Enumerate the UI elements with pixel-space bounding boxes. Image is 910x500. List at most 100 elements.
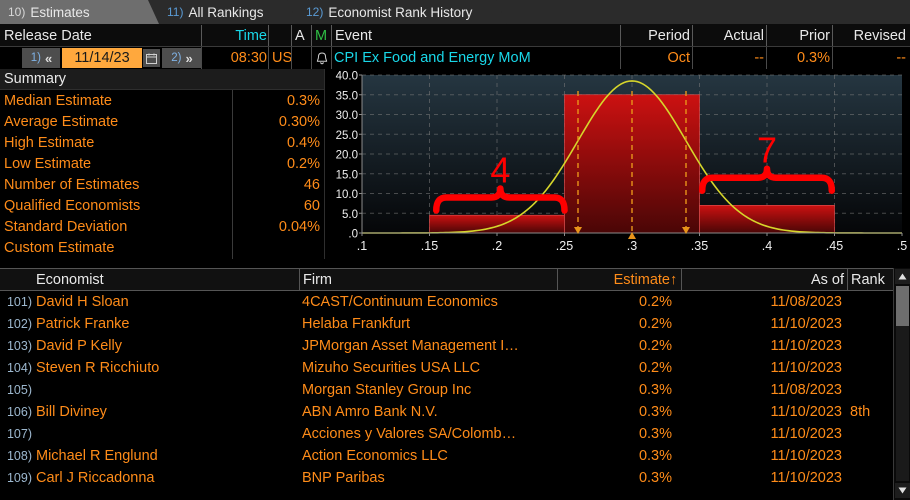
table-row[interactable]: 103) David P Kelly JPMorgan Asset Manage… — [0, 335, 895, 357]
y-axis-tick-label: 30.0 — [336, 110, 358, 122]
scroll-down-arrow-icon[interactable] — [895, 483, 910, 498]
column-header-firm[interactable]: Firm — [303, 269, 332, 291]
row-firm: Acciones y Valores SA/Colomb… — [302, 426, 517, 442]
summary-row-number: Number of Estimates 46 — [0, 174, 324, 195]
row-rank — [850, 423, 894, 445]
row-estimate: 0.3% — [638, 448, 672, 464]
row-estimate: 0.2% — [638, 316, 672, 332]
next-date-number: 2) — [171, 52, 182, 64]
header-sep-5 — [331, 25, 332, 46]
row-rank: 8th — [850, 404, 871, 420]
row-estimate: 0.3% — [638, 470, 672, 486]
row-firm: Morgan Stanley Group Inc — [302, 382, 472, 398]
header-sep-9 — [832, 25, 833, 46]
event-prior: 0.3% — [796, 50, 830, 66]
scrollbar-track[interactable] — [896, 326, 909, 481]
row-rank — [850, 445, 894, 467]
chart-canvas: 40.035.030.025.020.015.010.05.0.0.1.15.2… — [336, 71, 908, 254]
event-time: 08:30 — [230, 50, 267, 66]
header-sep-8 — [766, 25, 767, 46]
col-sep-1 — [299, 269, 300, 291]
scroll-down-arrow-glyph — [898, 487, 907, 494]
header-actual: Actual — [723, 27, 764, 44]
table-scrollbar[interactable] — [893, 268, 910, 500]
row-as-of: 11/10/2023 — [770, 316, 843, 332]
histogram-bar[interactable] — [429, 214, 565, 234]
table-row[interactable]: 109) Carl J Riccadonna BNP Paribas 0.3% … — [0, 467, 895, 489]
row-as-of: 11/10/2023 — [770, 448, 843, 464]
row-sep-7 — [692, 47, 693, 69]
row-firm: JPMorgan Asset Management I… — [302, 338, 519, 354]
summary-row-median: Median Estimate 0.3% — [0, 90, 324, 111]
header-event: Event — [335, 27, 373, 44]
x-axis-tick-label: .4 — [762, 239, 772, 253]
summary-value-stddev: 0.04% — [278, 218, 320, 235]
row-estimate: 0.3% — [638, 426, 672, 442]
calendar-icon[interactable] — [143, 49, 160, 67]
summary-value-low: 0.2% — [286, 155, 320, 172]
table-row[interactable]: 107) Acciones y Valores SA/Colomb… 0.3% … — [0, 423, 895, 445]
summary-label-qualified: Qualified Economists — [4, 197, 141, 214]
event-actual: -- — [754, 50, 764, 66]
header-sep-7 — [692, 25, 693, 46]
table-row[interactable]: 102) Patrick Franke Helaba Frankfurt 0.2… — [0, 313, 895, 335]
row-firm: ABN Amro Bank N.V. — [302, 404, 438, 420]
row-sep-8 — [766, 47, 767, 69]
bell-icon[interactable] — [313, 47, 331, 69]
x-axis-tick-label: .25 — [556, 239, 573, 253]
summary-row-custom[interactable]: Custom Estimate — [0, 237, 324, 258]
y-axis-tick-label: 20.0 — [336, 150, 358, 162]
x-axis-tick-label: .15 — [421, 239, 438, 253]
next-date-button[interactable]: 2) » — [162, 48, 201, 68]
table-row[interactable]: 106) Bill Diviney ABN Amro Bank N.V. 0.3… — [0, 401, 895, 423]
row-economist: Michael R Englund — [36, 448, 158, 464]
calendar-icon-glyph — [146, 53, 157, 64]
row-economist: Carl J Riccadonna — [36, 470, 155, 486]
row-firm: BNP Paribas — [302, 470, 385, 486]
column-header-estimate[interactable]: Estimate — [560, 269, 670, 291]
column-header-as-of[interactable]: As of — [685, 269, 844, 291]
row-rank — [850, 379, 894, 401]
tab-economist-rank-history[interactable]: 12) Economist Rank History — [298, 0, 507, 24]
summary-row-stddev: Standard Deviation 0.04% — [0, 216, 324, 237]
header-a: A — [295, 27, 305, 44]
row-rank — [850, 357, 894, 379]
summary-label-stddev: Standard Deviation — [4, 218, 128, 235]
row-sep-1 — [201, 47, 202, 69]
summary-value-average: 0.30% — [278, 113, 320, 130]
table-row[interactable]: 104) Steven R Ricchiuto Mizuho Securitie… — [0, 357, 895, 379]
summary-value-qualified: 60 — [303, 197, 320, 214]
row-number: 105) — [6, 383, 32, 397]
column-header-economist[interactable]: Economist — [36, 269, 104, 291]
column-header-rank[interactable]: Rank — [851, 269, 885, 291]
y-axis-tick-label: 40.0 — [336, 71, 358, 83]
tab-all-rankings[interactable]: 11) All Rankings — [159, 0, 298, 24]
row-as-of: 11/10/2023 — [770, 426, 843, 442]
x-axis-tick-label: .45 — [826, 239, 843, 253]
row-firm: 4CAST/Continuum Economics — [302, 294, 498, 310]
tab-all-rankings-slant — [287, 0, 298, 24]
row-as-of: 11/10/2023 — [770, 360, 843, 376]
scroll-up-arrow-icon[interactable] — [895, 269, 910, 284]
row-number: 109) — [6, 471, 32, 485]
y-axis-tick-label: 25.0 — [336, 130, 358, 142]
tab-estimates[interactable]: 10) Estimates — [0, 0, 159, 24]
table-row[interactable]: 108) Michael R Englund Action Economics … — [0, 445, 895, 467]
histogram-bar[interactable] — [699, 205, 835, 234]
table-row[interactable]: 101) David H Sloan 4CAST/Continuum Econo… — [0, 291, 895, 313]
row-as-of: 11/08/2023 — [770, 294, 843, 310]
event-region: US — [272, 50, 293, 66]
previous-date-button[interactable]: 1) « — [22, 48, 60, 68]
economist-table-body: 101) David H Sloan 4CAST/Continuum Econo… — [0, 291, 895, 496]
row-economist: Steven R Ricchiuto — [36, 360, 160, 376]
event-data-row: 1) « 11/14/23 2) » 08:30 US CPI Ex Food … — [0, 47, 910, 69]
date-input[interactable]: 11/14/23 — [62, 48, 142, 68]
x-axis-tick-label: .35 — [691, 239, 708, 253]
y-axis-tick-label: 5.0 — [342, 209, 358, 221]
scrollbar-thumb[interactable] — [896, 286, 909, 326]
tab-estimates-number: 10) — [8, 5, 26, 19]
event-name[interactable]: CPI Ex Food and Energy MoM — [334, 47, 531, 69]
row-rank — [850, 335, 894, 357]
table-row[interactable]: 105) Morgan Stanley Group Inc 0.3% 11/08… — [0, 379, 895, 401]
row-as-of: 11/10/2023 — [770, 404, 843, 420]
